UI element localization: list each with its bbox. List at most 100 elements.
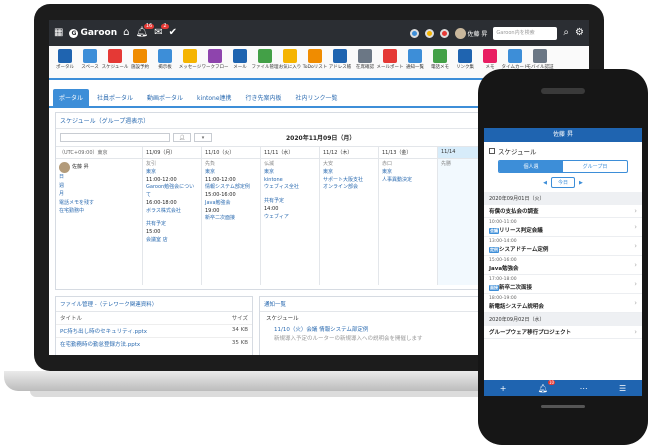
- app-item[interactable]: ワークフロー: [202, 49, 229, 70]
- schedule-user[interactable]: 佐藤 昇: [59, 162, 139, 173]
- portal-tab[interactable]: 社員ポータル: [91, 89, 139, 106]
- filter-icon[interactable]: ▾: [194, 133, 212, 142]
- app-item[interactable]: ポータル: [53, 49, 77, 70]
- portal-tab[interactable]: 行き先案内板: [240, 89, 288, 106]
- phone-today-button[interactable]: 今日: [550, 177, 575, 188]
- schedule-entry[interactable]: 15:00-16:00: [205, 192, 257, 200]
- portal-tab[interactable]: ポータル: [53, 89, 90, 106]
- schedule-entry[interactable]: 東京: [146, 169, 198, 177]
- day-header[interactable]: 11/09（月）: [142, 147, 201, 158]
- phone-bell-icon[interactable]: 🔔︎ 10: [538, 379, 556, 393]
- day-header[interactable]: 11/11（水）: [260, 147, 319, 158]
- app-item[interactable]: 通知一覧: [403, 49, 427, 70]
- app-item[interactable]: 電話メモ: [428, 49, 452, 70]
- schedule-user-link[interactable]: 日: [59, 173, 139, 182]
- day-column[interactable]: 大安 東京 サポート大阪支社 オンライン部会: [319, 159, 378, 285]
- app-item[interactable]: 在席確認: [353, 49, 377, 70]
- schedule-search-input[interactable]: [60, 133, 170, 142]
- schedule-entry[interactable]: ウェブィア: [264, 214, 316, 222]
- schedule-entry[interactable]: Java勉強会: [205, 200, 257, 208]
- day-column[interactable]: 友引 東京 11:00-12:00 Garoon勉強会について 16:00-18:00 ボ…: [142, 159, 201, 285]
- day-column[interactable]: 仏滅 東京 kintone ウェブィス全社 共有予定 14:00 ウェブィア: [260, 159, 319, 285]
- schedule-entry[interactable]: 14:00: [264, 206, 316, 214]
- phone-schedule-item[interactable]: 18:00-19:00 新電話システム説明会 ›: [484, 294, 642, 313]
- file-name[interactable]: 在宅勤務時の勤怠登録方法.pptx: [60, 340, 232, 348]
- home-icon[interactable]: ⌂: [123, 28, 129, 38]
- schedule-user-link[interactable]: 週: [59, 182, 139, 191]
- phone-schedule-item[interactable]: 有償の支払会の調査 ›: [484, 205, 642, 218]
- app-item[interactable]: ファイル管理: [252, 49, 279, 70]
- app-item[interactable]: メールポート: [377, 49, 404, 70]
- app-item[interactable]: 掲示板: [153, 49, 177, 70]
- schedule-entry[interactable]: オンライン部会: [323, 184, 375, 192]
- mail-icon[interactable]: ✉ 2: [154, 24, 169, 38]
- schedule-entry[interactable]: 15:00: [146, 229, 198, 237]
- portal-tab[interactable]: 動画ポータル: [141, 89, 189, 106]
- day-header[interactable]: 11/13（金）: [378, 147, 437, 158]
- app-item[interactable]: スケジュール: [102, 49, 128, 70]
- file-panel-title[interactable]: ファイル管理 -（テレワーク関連資料）: [56, 297, 252, 312]
- schedule-entry[interactable]: ウェブィス全社: [264, 184, 316, 192]
- app-item[interactable]: リンク集: [453, 49, 477, 70]
- menu-icon[interactable]: ☰: [619, 384, 626, 393]
- presence-yellow-icon[interactable]: [424, 28, 434, 38]
- schedule-entry[interactable]: 情報システム部定例: [205, 184, 257, 192]
- day-header[interactable]: 11/12（木）: [319, 147, 378, 158]
- seg-personal-week[interactable]: 個人週: [499, 161, 563, 172]
- phone-schedule-item[interactable]: 17:00-18:00 面接新卒二次面接 ›: [484, 275, 642, 294]
- file-name[interactable]: PC持ち出し時のセキュリティ.pptx: [60, 327, 232, 335]
- file-row[interactable]: 在宅勤務時の勤怠登録方法.pptx 35 KB: [56, 337, 252, 350]
- person-icon[interactable]: 👤︎: [173, 133, 191, 142]
- more-icon[interactable]: ⋯: [580, 384, 588, 393]
- schedule-user-link[interactable]: 電話メモを残す: [59, 199, 139, 208]
- add-icon[interactable]: +: [500, 384, 507, 393]
- phone-prev-icon[interactable]: ◀: [543, 180, 547, 186]
- user-menu[interactable]: 佐藤 昇: [454, 27, 487, 39]
- app-item[interactable]: スペース: [78, 49, 102, 70]
- search-icon[interactable]: ⌕: [563, 28, 569, 38]
- app-item[interactable]: お気に入り: [278, 49, 302, 70]
- schedule-entry[interactable]: 東京: [382, 169, 434, 177]
- schedule-entry[interactable]: 東京: [323, 169, 375, 177]
- phone-schedule-item[interactable]: 13:00-14:00 定例シスアドチーム定例 ›: [484, 237, 642, 256]
- phone-next-icon[interactable]: ▶: [579, 180, 583, 186]
- schedule-user-link[interactable]: 月: [59, 190, 139, 199]
- phone-schedule-item[interactable]: グループウェア移行プロジェクト ›: [484, 326, 642, 339]
- phone-schedule-item[interactable]: 15:00-16:00 Java勉強会 ›: [484, 256, 642, 275]
- phone-schedule-item[interactable]: 10:00-11:00 会議リリース判定会議 ›: [484, 218, 642, 237]
- app-item[interactable]: メッセージ: [178, 49, 202, 70]
- file-row[interactable]: PC持ち出し時のセキュリティ.pptx 34 KB: [56, 324, 252, 337]
- schedule-entry[interactable]: 新卒二次面接: [205, 215, 257, 223]
- portal-tab[interactable]: 社内リンク一覧: [290, 89, 344, 106]
- schedule-entry[interactable]: 東京: [264, 169, 316, 177]
- garoon-logo[interactable]: G Garoon: [69, 28, 117, 38]
- app-item[interactable]: メモ: [478, 49, 502, 70]
- schedule-entry[interactable]: 人事異動決定: [382, 177, 434, 185]
- schedule-user-link[interactable]: 在宅勤務中: [59, 207, 139, 216]
- app-item[interactable]: ToDoリスト: [303, 49, 327, 70]
- app-item[interactable]: メール: [228, 49, 252, 70]
- day-column[interactable]: 赤口 東京 人事異動決定: [378, 159, 437, 285]
- presence-blue-icon[interactable]: [409, 28, 419, 38]
- presence-red-icon[interactable]: [439, 28, 449, 38]
- search-input[interactable]: Garoon内を検索: [493, 26, 558, 40]
- schedule-entry[interactable]: 共有予定: [264, 198, 316, 206]
- app-item[interactable]: アドレス帳: [328, 49, 352, 70]
- schedule-entry[interactable]: 会議室 店: [146, 237, 198, 245]
- schedule-entry[interactable]: 東京: [205, 169, 257, 177]
- schedule-entry[interactable]: 共有予定: [146, 221, 198, 229]
- day-header[interactable]: 11/10（火）: [201, 147, 260, 158]
- app-grid-icon[interactable]: ▦: [54, 28, 63, 38]
- seg-group-day[interactable]: グループ日: [563, 161, 627, 172]
- app-item[interactable]: モバイル認証: [527, 49, 554, 70]
- schedule-entry[interactable]: ボラス株式会社: [146, 208, 198, 216]
- schedule-entry[interactable]: 16:00-18:00: [146, 200, 198, 208]
- portal-tab[interactable]: kintone連携: [191, 89, 237, 106]
- day-column[interactable]: 先負 東京 11:00-12:00 情報システム部定例 15:00-16:00 Java勉…: [201, 159, 260, 285]
- app-item[interactable]: 施設予約: [128, 49, 152, 70]
- notification-bell-icon[interactable]: 🔔︎ 16: [136, 24, 155, 38]
- gear-icon[interactable]: ⚙: [575, 28, 584, 38]
- app-item[interactable]: タイムカード: [502, 49, 528, 70]
- schedule-entry[interactable]: Garoon勉強会について: [146, 184, 198, 200]
- check-icon[interactable]: ✔: [169, 28, 177, 38]
